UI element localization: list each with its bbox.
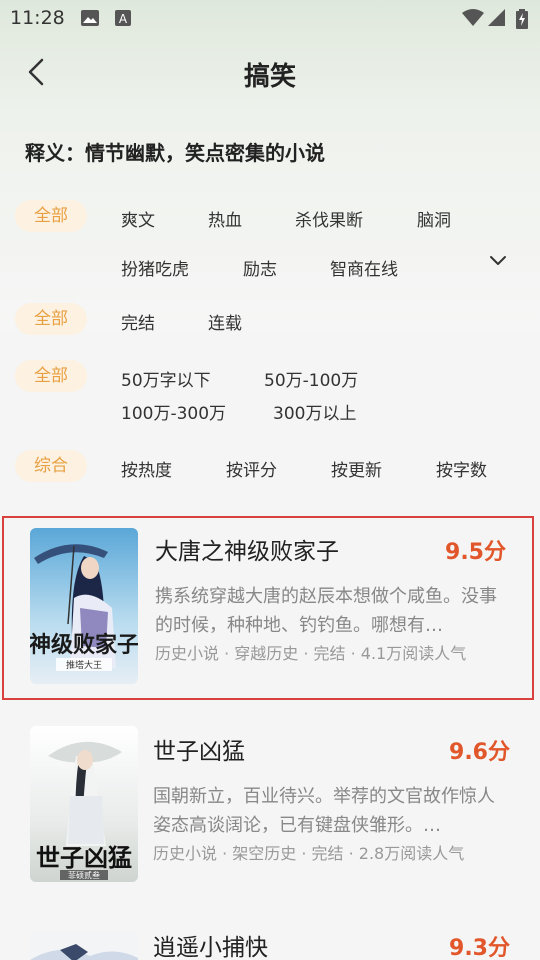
book-cover-image: 神级败家子 推塔大王 xyxy=(30,528,138,684)
sort-default-chip[interactable]: 综合 xyxy=(15,450,87,482)
book-item[interactable]: 世子凶猛 菲硕贰叁 世子凶猛 9.6分 国朝新立，百业待兴。举荐的文官故作惊人姿… xyxy=(0,716,540,896)
status-option[interactable]: 连载 xyxy=(208,309,242,334)
status-option[interactable]: 完结 xyxy=(121,309,155,334)
book-title[interactable]: 大唐之神级败家子 xyxy=(155,532,339,566)
genre-option[interactable]: 爽文 xyxy=(121,206,155,231)
sort-option[interactable]: 按字数 xyxy=(436,456,487,481)
cover-title-text: 世子凶猛 xyxy=(36,843,132,872)
book-description: 携系统穿越大唐的赵辰本想做个咸鱼。没事的时候，种种地、钓钓鱼。哪想有… xyxy=(155,586,497,636)
length-option[interactable]: 300万以上 xyxy=(273,399,356,424)
genre-all-chip[interactable]: 全部 xyxy=(15,200,87,232)
nav-bar: 搞笑 xyxy=(0,44,540,100)
book-score: 9.5分 xyxy=(445,540,506,565)
length-option[interactable]: 50万字以下 xyxy=(121,366,211,391)
a-notification-icon: A xyxy=(115,10,131,26)
genre-option[interactable]: 扮猪吃虎 xyxy=(121,255,189,280)
status-bar: 11:28 A xyxy=(0,0,540,36)
signal-icon xyxy=(488,9,505,26)
sort-option[interactable]: 按评分 xyxy=(226,456,277,481)
definition-text: 释义：情节幽默，笑点密集的小说 xyxy=(25,141,325,165)
chevron-down-icon[interactable] xyxy=(487,250,509,272)
battery-icon xyxy=(516,9,528,29)
book-cover[interactable]: 神级败家子 推塔大王 xyxy=(30,528,138,684)
genre-option[interactable]: 励志 xyxy=(243,255,277,280)
svg-text:A: A xyxy=(119,12,128,26)
cover-author-text: 推塔大王 xyxy=(66,659,102,671)
sort-option[interactable]: 按热度 xyxy=(121,456,172,481)
book-score: 9.6分 xyxy=(449,740,510,765)
book-description: 国朝新立，百业待兴。举荐的文官故作惊人姿态高谈阔论，已有键盘侠雏形。… xyxy=(153,786,495,836)
genre-option[interactable]: 智商在线 xyxy=(330,255,398,280)
book-cover-image: 世子凶猛 菲硕贰叁 xyxy=(30,726,138,882)
genre-option[interactable]: 脑洞 xyxy=(417,206,451,231)
book-item[interactable]: 神级败家子 推塔大王 大唐之神级败家子 9.5分 携系统穿越大唐的赵辰本想做个咸… xyxy=(2,516,534,700)
book-meta: 历史小说 · 穿越历史 · 完结 · 4.1万阅读人气 xyxy=(155,644,467,663)
length-option[interactable]: 50万-100万 xyxy=(264,366,358,391)
wifi-icon xyxy=(462,9,484,26)
cover-title-text: 神级败家子 xyxy=(30,632,138,658)
status-time: 11:28 xyxy=(10,7,65,29)
length-option[interactable]: 100万-300万 xyxy=(121,399,226,424)
book-item[interactable]: 逍遥小捕快 9.3分 xyxy=(0,916,540,960)
book-cover[interactable] xyxy=(30,932,138,960)
genre-option[interactable]: 热血 xyxy=(208,206,242,231)
status-all-chip[interactable]: 全部 xyxy=(15,303,87,335)
book-score: 9.3分 xyxy=(449,936,510,960)
image-notification-icon xyxy=(81,10,99,26)
length-all-chip[interactable]: 全部 xyxy=(15,360,87,392)
genre-option[interactable]: 杀伐果断 xyxy=(295,206,363,231)
book-title[interactable]: 世子凶猛 xyxy=(153,732,245,766)
book-title[interactable]: 逍遥小捕快 xyxy=(153,928,268,960)
cover-author-text: 菲硕贰叁 xyxy=(68,870,100,880)
page-title: 搞笑 xyxy=(243,62,296,92)
book-meta: 历史小说 · 架空历史 · 完结 · 2.8万阅读人气 xyxy=(153,844,465,863)
book-cover[interactable]: 世子凶猛 菲硕贰叁 xyxy=(30,726,138,882)
book-cover-image xyxy=(30,932,138,960)
sort-option[interactable]: 按更新 xyxy=(331,456,382,481)
